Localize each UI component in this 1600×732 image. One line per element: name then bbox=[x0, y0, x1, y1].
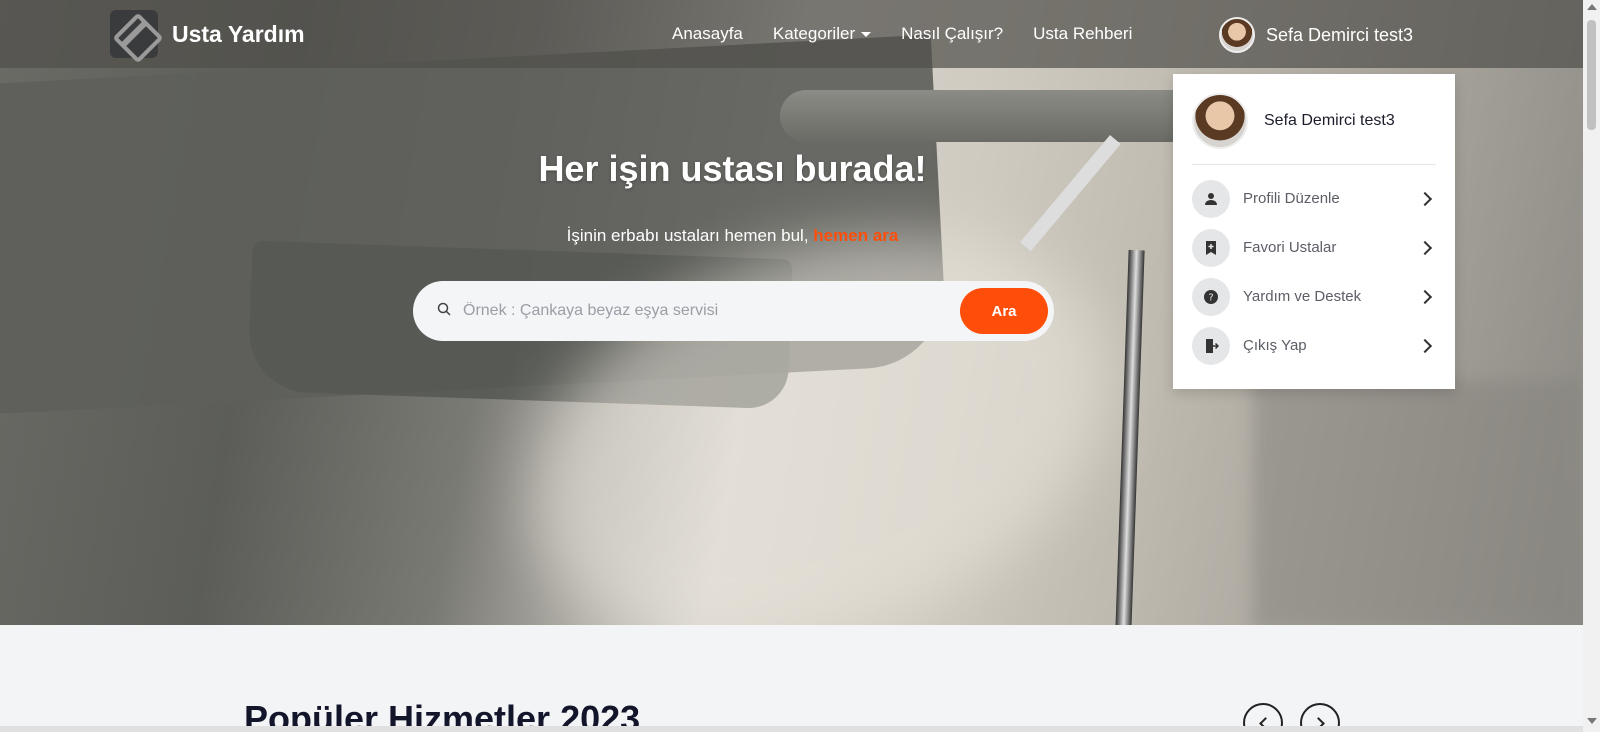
logo-icon bbox=[110, 10, 158, 58]
brand-logo[interactable]: Usta Yardım bbox=[110, 10, 305, 58]
user-menu-toggle[interactable]: Sefa Demirci test3 bbox=[1219, 17, 1413, 53]
help-icon: ? bbox=[1192, 277, 1230, 316]
user-menu-items: Profili Düzenle Favori Ustalar ? Yardım … bbox=[1192, 174, 1436, 370]
search-icon bbox=[437, 302, 451, 316]
menu-item-label: Favori Ustalar bbox=[1243, 239, 1337, 256]
scroll-down-arrow-icon[interactable] bbox=[1587, 718, 1597, 724]
paint-roller-handle bbox=[1115, 249, 1145, 625]
top-navbar: Usta Yardım Anasayfa Kategoriler Nasıl Ç… bbox=[0, 0, 1583, 68]
menu-item-favori-ustalar[interactable]: Favori Ustalar bbox=[1192, 223, 1436, 272]
avatar bbox=[1192, 93, 1248, 149]
menu-item-label: Çıkış Yap bbox=[1243, 337, 1307, 354]
scrollbar-thumb[interactable] bbox=[1587, 20, 1596, 130]
scroll-up-arrow-icon[interactable] bbox=[1587, 4, 1597, 10]
menu-item-yardim-ve-destek[interactable]: ? Yardım ve Destek bbox=[1192, 272, 1436, 321]
user-menu-name: Sefa Demirci test3 bbox=[1264, 112, 1395, 129]
chevron-right-icon bbox=[1417, 240, 1433, 255]
caret-down-icon bbox=[861, 31, 872, 37]
nav-link-anasayfa[interactable]: Anasayfa bbox=[672, 24, 743, 44]
search-input[interactable] bbox=[463, 295, 883, 327]
menu-item-profili-duzenle[interactable]: Profili Düzenle bbox=[1192, 174, 1436, 223]
logout-icon bbox=[1192, 326, 1230, 365]
avatar bbox=[1219, 17, 1255, 53]
menu-item-label: Profili Düzenle bbox=[1243, 190, 1340, 207]
user-dropdown-menu: Sefa Demirci test3 Profili Düzenle Favor… bbox=[1173, 74, 1455, 389]
nav-link-nasil-calisir[interactable]: Nasıl Çalışır? bbox=[901, 24, 1003, 44]
user-menu-header: Sefa Demirci test3 bbox=[1192, 93, 1436, 149]
horizontal-scrollbar[interactable] bbox=[0, 726, 1583, 732]
bookmark-icon bbox=[1192, 228, 1230, 267]
hero-subtitle-text: İşinin erbabı ustaları hemen bul, bbox=[566, 226, 809, 245]
brand-name: Usta Yardım bbox=[172, 20, 305, 47]
divider bbox=[1192, 164, 1436, 165]
paint-roller-image bbox=[780, 90, 1200, 142]
menu-item-label: Yardım ve Destek bbox=[1243, 288, 1362, 305]
search-button[interactable]: Ara bbox=[960, 288, 1048, 334]
search-bar: Ara bbox=[413, 281, 1054, 341]
nav-link-kategoriler[interactable]: Kategoriler bbox=[773, 24, 872, 44]
chevron-right-icon bbox=[1417, 338, 1433, 353]
hero-subtitle-link[interactable]: hemen ara bbox=[813, 226, 898, 245]
nav-user-name: Sefa Demirci test3 bbox=[1266, 24, 1414, 45]
svg-text:?: ? bbox=[1208, 292, 1213, 303]
user-icon bbox=[1192, 179, 1230, 218]
nav-link-usta-rehberi[interactable]: Usta Rehberi bbox=[1033, 24, 1132, 44]
chevron-right-icon bbox=[1417, 191, 1433, 206]
chevron-right-icon bbox=[1417, 289, 1433, 304]
vertical-scrollbar[interactable] bbox=[1583, 0, 1600, 732]
hero-background-right bbox=[1253, 380, 1583, 625]
menu-item-cikis-yap[interactable]: Çıkış Yap bbox=[1192, 321, 1436, 370]
nav-links: Anasayfa Kategoriler Nasıl Çalışır? Usta… bbox=[672, 0, 1162, 68]
